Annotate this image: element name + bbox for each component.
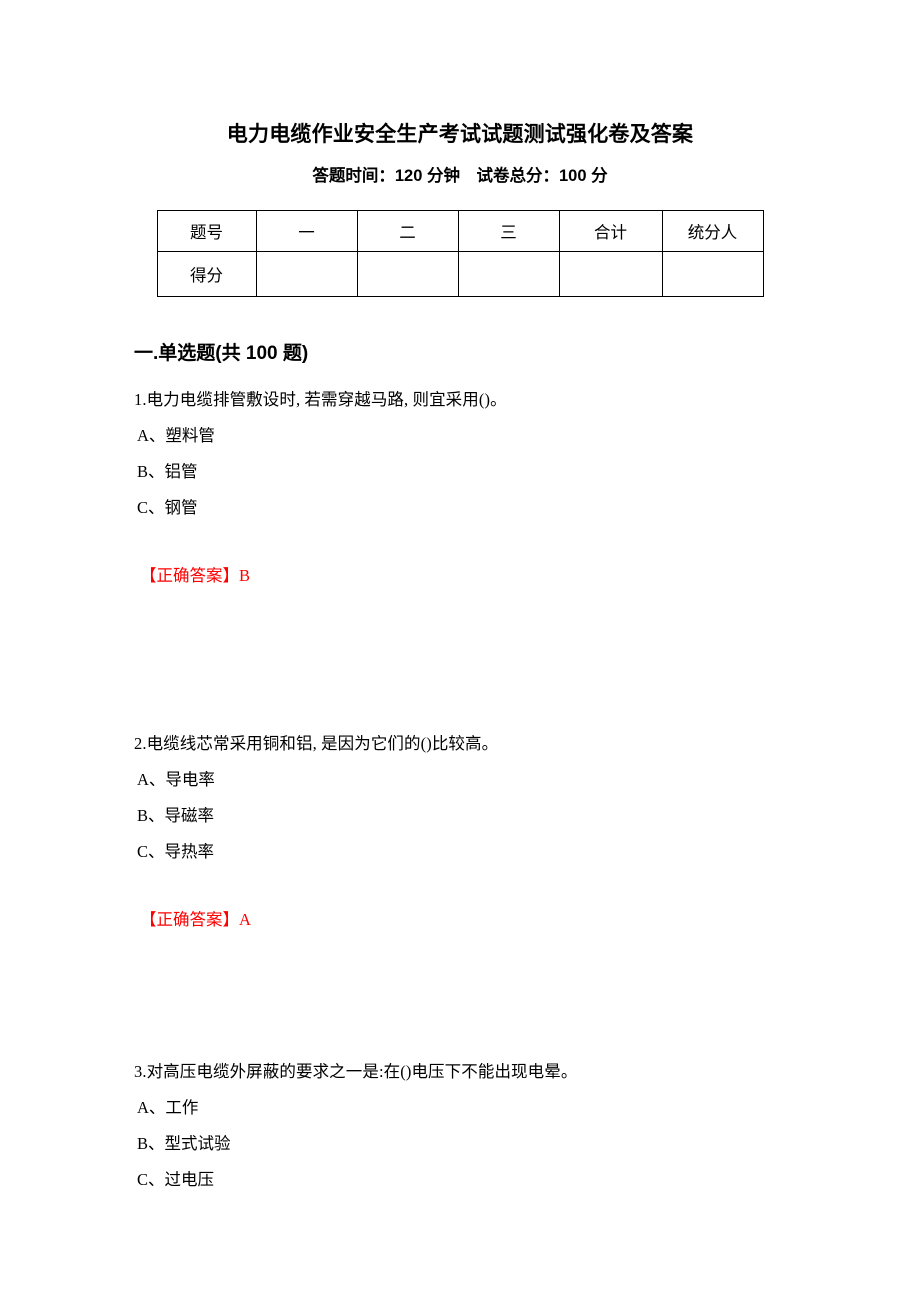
page-title: 电力电缆作业安全生产考试试题测试强化卷及答案 xyxy=(226,122,694,146)
exam-content: 一.单选题(共 100 题) 1.电力电缆排管敷设时, 若需穿越马路, 则宜采用… xyxy=(0,297,920,1191)
table-row: 得分 xyxy=(156,251,764,297)
score-cell-total[interactable] xyxy=(558,251,663,297)
score-table-header-question-no: 题号 xyxy=(156,210,257,252)
exam-meta-subtitle: 答题时间：120 分钟 试卷总分：100 分 xyxy=(312,167,608,185)
question-option-b[interactable]: B、型式试验 xyxy=(134,1119,800,1155)
question-option-c[interactable]: C、钢管 xyxy=(134,483,800,519)
score-table-header-section-3: 三 xyxy=(457,210,560,252)
question-stem: 3.对高压电缆外屏蔽的要求之一是:在()电压下不能出现电晕。 xyxy=(134,1062,578,1081)
table-row: 题号 一 二 三 合计 统分人 xyxy=(156,210,764,252)
score-cell-section-3[interactable] xyxy=(457,251,560,297)
question-block-3: 3.对高压电缆外屏蔽的要求之一是:在()电压下不能出现电晕。 A、工作 B、型式… xyxy=(134,1039,800,1191)
question-option-c[interactable]: C、过电压 xyxy=(134,1155,800,1191)
score-table-header-total: 合计 xyxy=(558,210,663,252)
question-stem: 2.电缆线芯常采用铜和铝, 是因为它们的()比较高。 xyxy=(134,734,499,753)
section-heading-single-choice: 一.单选题(共 100 题) xyxy=(134,343,309,364)
score-table: 题号 一 二 三 合计 统分人 得分 xyxy=(156,210,764,297)
question-option-a[interactable]: A、工作 xyxy=(134,1083,800,1119)
exam-paper-page: 电力电缆作业安全生产考试试题测试强化卷及答案 答题时间：120 分钟 试卷总分：… xyxy=(0,0,920,1302)
score-table-header-scorer: 统分人 xyxy=(661,210,764,252)
correct-answer: 【正确答案】B xyxy=(140,566,251,585)
question-options: A、工作 B、型式试验 C、过电压 xyxy=(134,1083,800,1191)
question-block-2: 2.电缆线芯常采用铜和铝, 是因为它们的()比较高。 A、导电率 B、导磁率 C… xyxy=(134,711,800,1039)
score-table-header-section-1: 一 xyxy=(255,210,358,252)
question-stem: 1.电力电缆排管敷设时, 若需穿越马路, 则宜采用()。 xyxy=(134,390,507,409)
score-cell-section-2[interactable] xyxy=(356,251,459,297)
question-options: A、塑料管 B、铝管 C、钢管 xyxy=(134,411,800,519)
correct-answer: 【正确答案】A xyxy=(140,910,251,929)
question-option-b[interactable]: B、导磁率 xyxy=(134,791,800,827)
score-cell-scorer[interactable] xyxy=(661,251,764,297)
score-cell-section-1[interactable] xyxy=(255,251,358,297)
question-option-a[interactable]: A、导电率 xyxy=(134,755,800,791)
question-block-1: 1.电力电缆排管敷设时, 若需穿越马路, 则宜采用()。 A、塑料管 B、铝管 … xyxy=(134,367,800,711)
question-option-a[interactable]: A、塑料管 xyxy=(134,411,800,447)
question-options: A、导电率 B、导磁率 C、导热率 xyxy=(134,755,800,863)
question-option-c[interactable]: C、导热率 xyxy=(134,827,800,863)
score-table-header-section-2: 二 xyxy=(356,210,459,252)
score-table-row-label-score: 得分 xyxy=(156,251,257,297)
question-option-b[interactable]: B、铝管 xyxy=(134,447,800,483)
score-table-container: 题号 一 二 三 合计 统分人 得分 xyxy=(0,210,920,297)
